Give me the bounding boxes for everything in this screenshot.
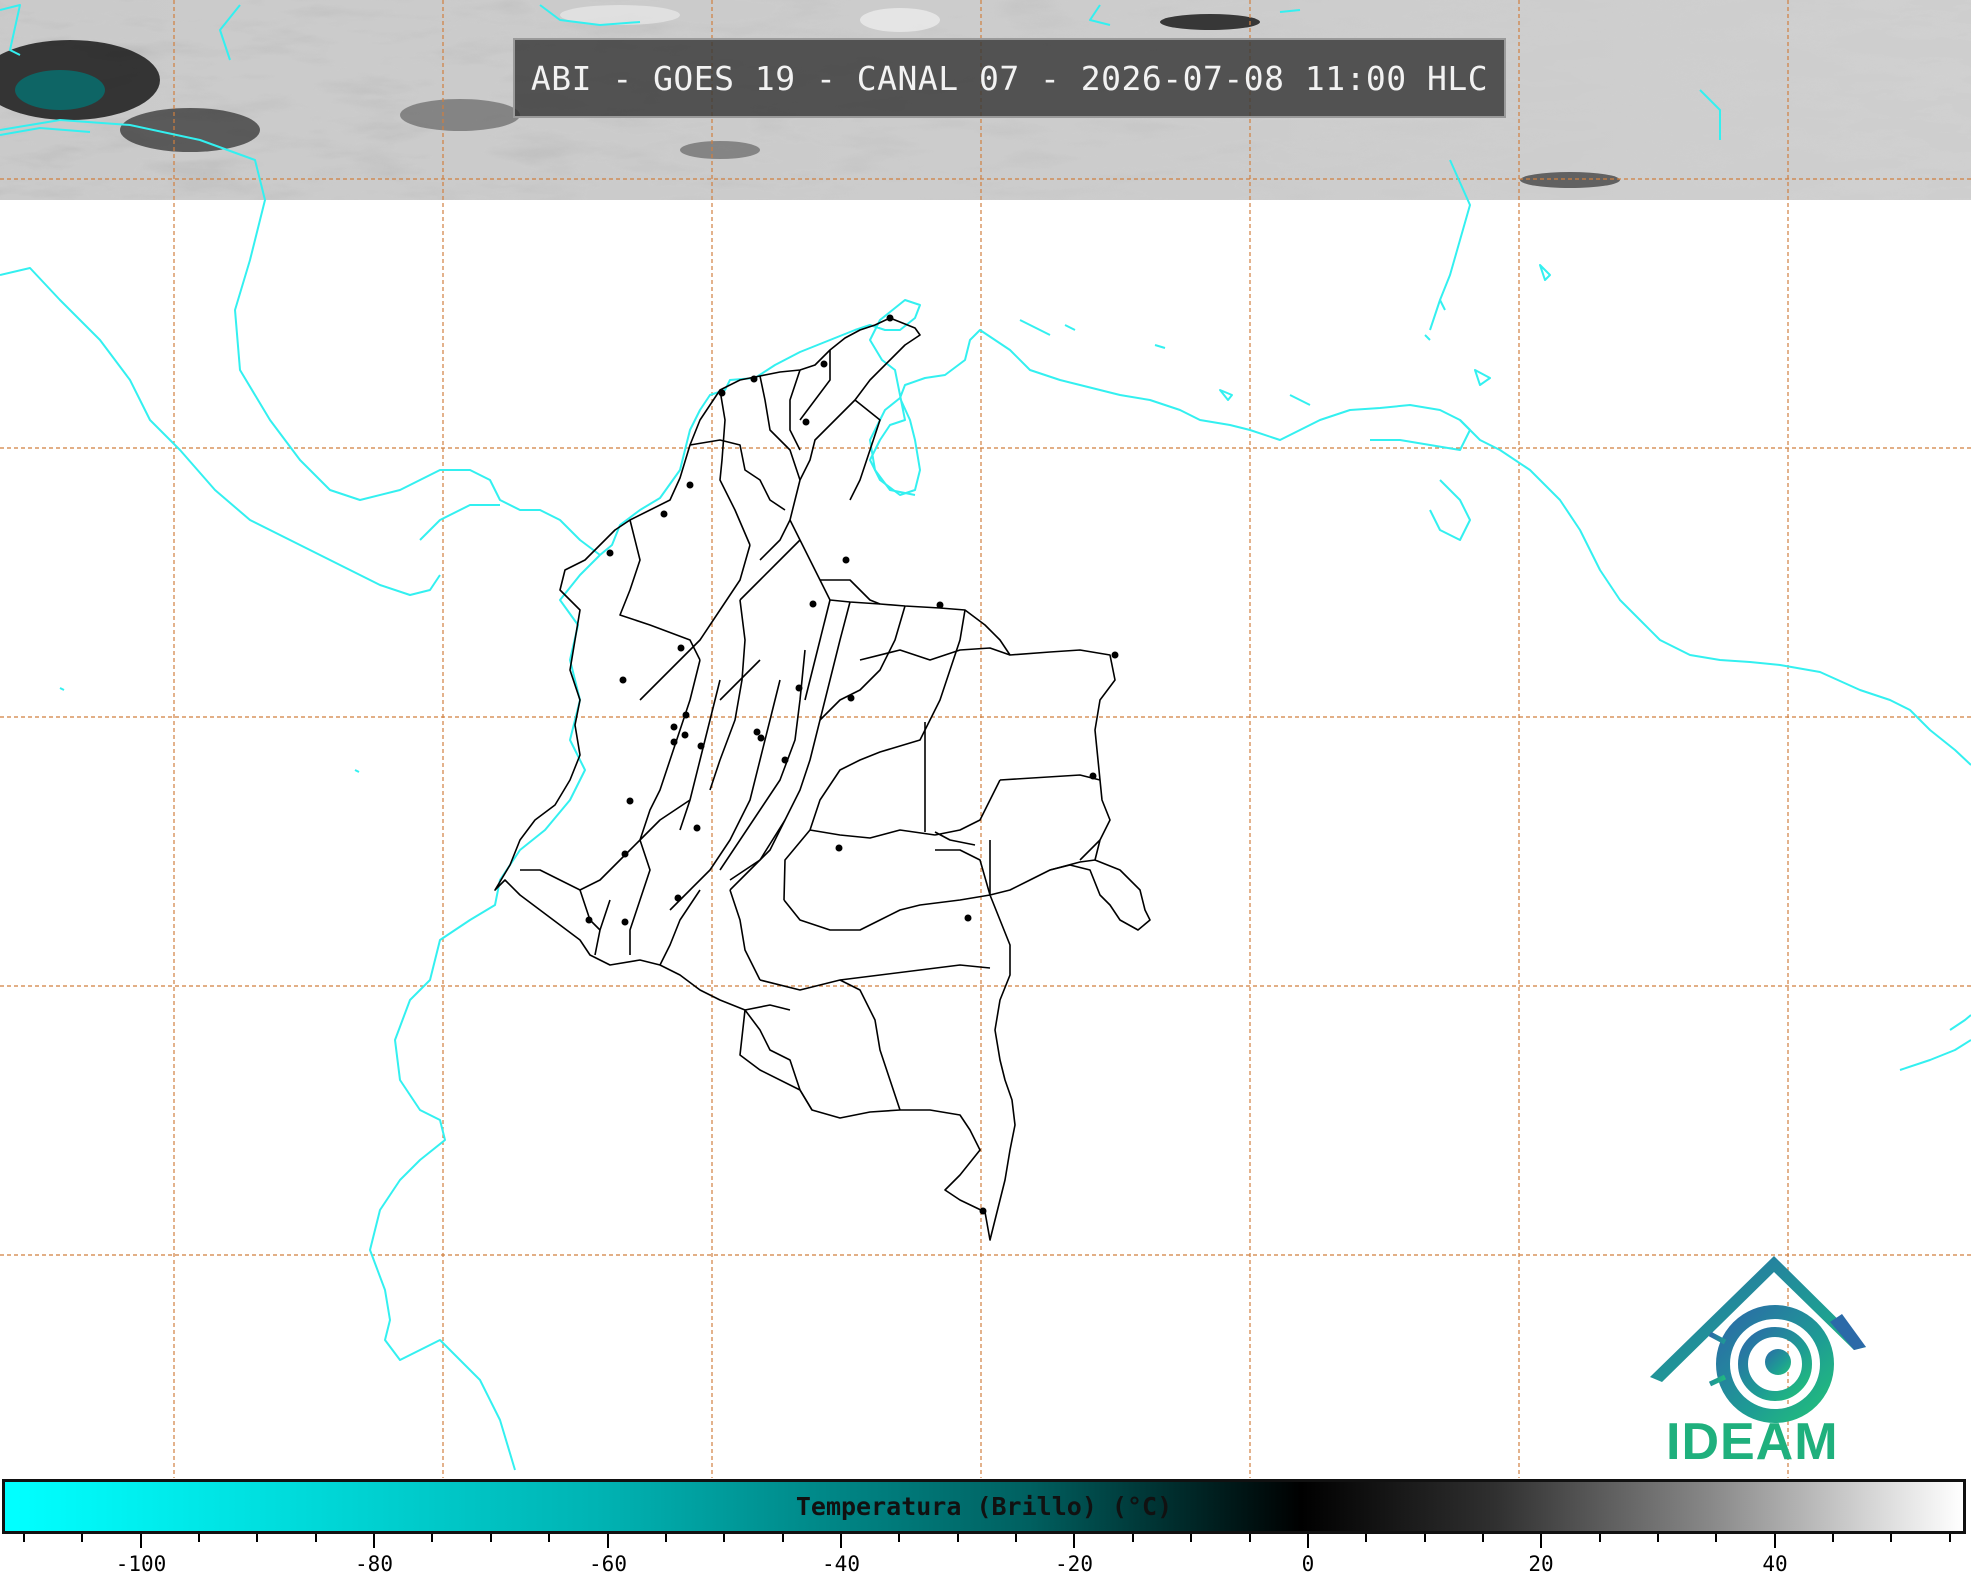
ideam-logo-text: IDEAM: [1666, 1413, 1839, 1471]
colorbar-tick-label: 40: [1762, 1552, 1788, 1576]
temperature-colorbar: Temperatura (Brillo) (°C): [2, 1479, 1966, 1534]
colorbar-tick-label: 20: [1528, 1552, 1554, 1576]
colorbar-label: Temperatura (Brillo) (°C): [795, 1492, 1173, 1521]
colorbar-tick-label: -20: [1055, 1552, 1093, 1576]
colorbar-tick-label: 0: [1301, 1552, 1315, 1576]
coastlines: [0, 4, 1971, 1471]
colombia-department-borders: [494, 317, 1151, 1241]
colorbar-tick-label: -80: [355, 1552, 393, 1576]
colorbar-tick-label: -100: [115, 1552, 167, 1576]
image-title: ABI - GOES 19 - CANAL 07 - 2026-07-08 11…: [513, 38, 1506, 118]
colorbar-tick-label: -40: [822, 1552, 860, 1576]
colorbar-tick-label: -60: [589, 1552, 627, 1576]
colorbar-ticks: -100 -80 -60 -40 -20 0 20 40: [0, 1534, 1971, 1577]
